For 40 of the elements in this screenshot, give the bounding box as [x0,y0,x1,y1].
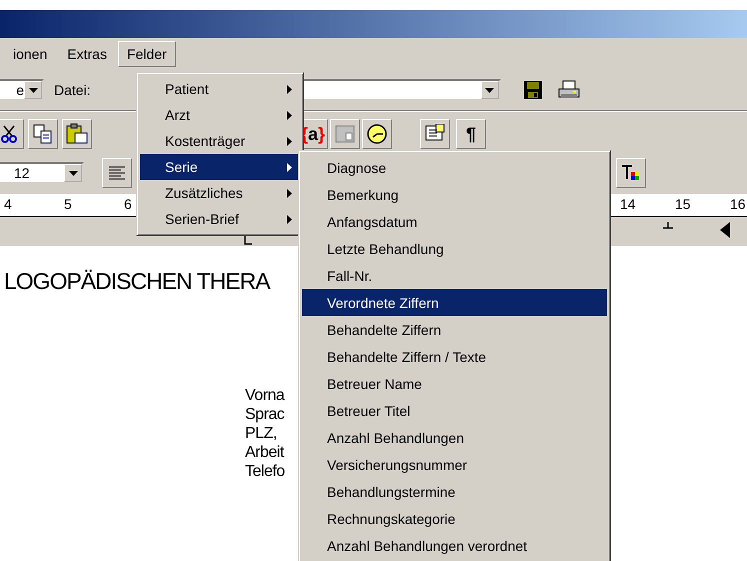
menu-item[interactable]: Serien-Brief [140,206,300,232]
document-line: Arbeit [245,443,285,462]
menu-item[interactable]: Verordnete Ziffern [302,289,607,316]
menu-item[interactable]: Arzt [140,102,300,128]
menu-item[interactable]: Anzahl Behandlungen verordnet [302,532,607,559]
file-label: Datei: [54,82,91,98]
menu-item[interactable]: Felder [118,41,176,67]
menu-item[interactable]: Bemerkung [302,181,607,208]
document-heading: LOGOPÄDISCHEN THERA [4,268,270,295]
menu-item[interactable]: Patient [140,76,300,102]
menu-item[interactable]: Betreuer Name [302,370,607,397]
menu-item[interactable]: Serie [140,154,300,180]
ruler-number: 4 [4,196,12,212]
menu-item[interactable]: Behandelte Ziffern / Texte [302,343,607,370]
document-line: Vorna [245,386,285,405]
pilcrow-button[interactable]: ¶ [456,119,486,149]
menu-item[interactable]: Behandlungstermine [302,478,607,505]
menu-item[interactable]: Zusätzliches [140,180,300,206]
ruler-number: 16 [730,196,746,212]
menu-item[interactable]: Fall-Nr. [302,262,607,289]
menu-item[interactable]: Anfangsdatum [302,208,607,235]
document-line: PLZ, [245,424,278,443]
menu-item[interactable]: Diagnose [302,154,607,181]
ruler-number: 14 [620,196,636,212]
menu-item[interactable]: Extras [58,41,116,67]
menu-item[interactable]: Rechnungskategorie [302,505,607,532]
view-combo[interactable]: e [0,79,44,101]
document-line: Sprac [245,405,285,424]
menu-item[interactable]: Letzte Behandlung [302,235,607,262]
menu-item[interactable]: ionen [4,41,56,67]
document-line: Telefo [245,462,285,481]
menu-item[interactable]: Behandelte Ziffern [302,316,607,343]
menu-item[interactable]: Versicherungsnummer [302,451,607,478]
font-size-combo[interactable]: 12 [0,162,84,184]
menu-item[interactable]: Betreuer Titel [302,397,607,424]
ruler-number: 6 [124,196,132,212]
menu-item[interactable]: Kostenträger [140,128,300,154]
menu-item[interactable]: Anzahl Behandlungen [302,424,607,451]
ruler-number: 5 [64,196,72,212]
ruler-number: 15 [675,196,691,212]
